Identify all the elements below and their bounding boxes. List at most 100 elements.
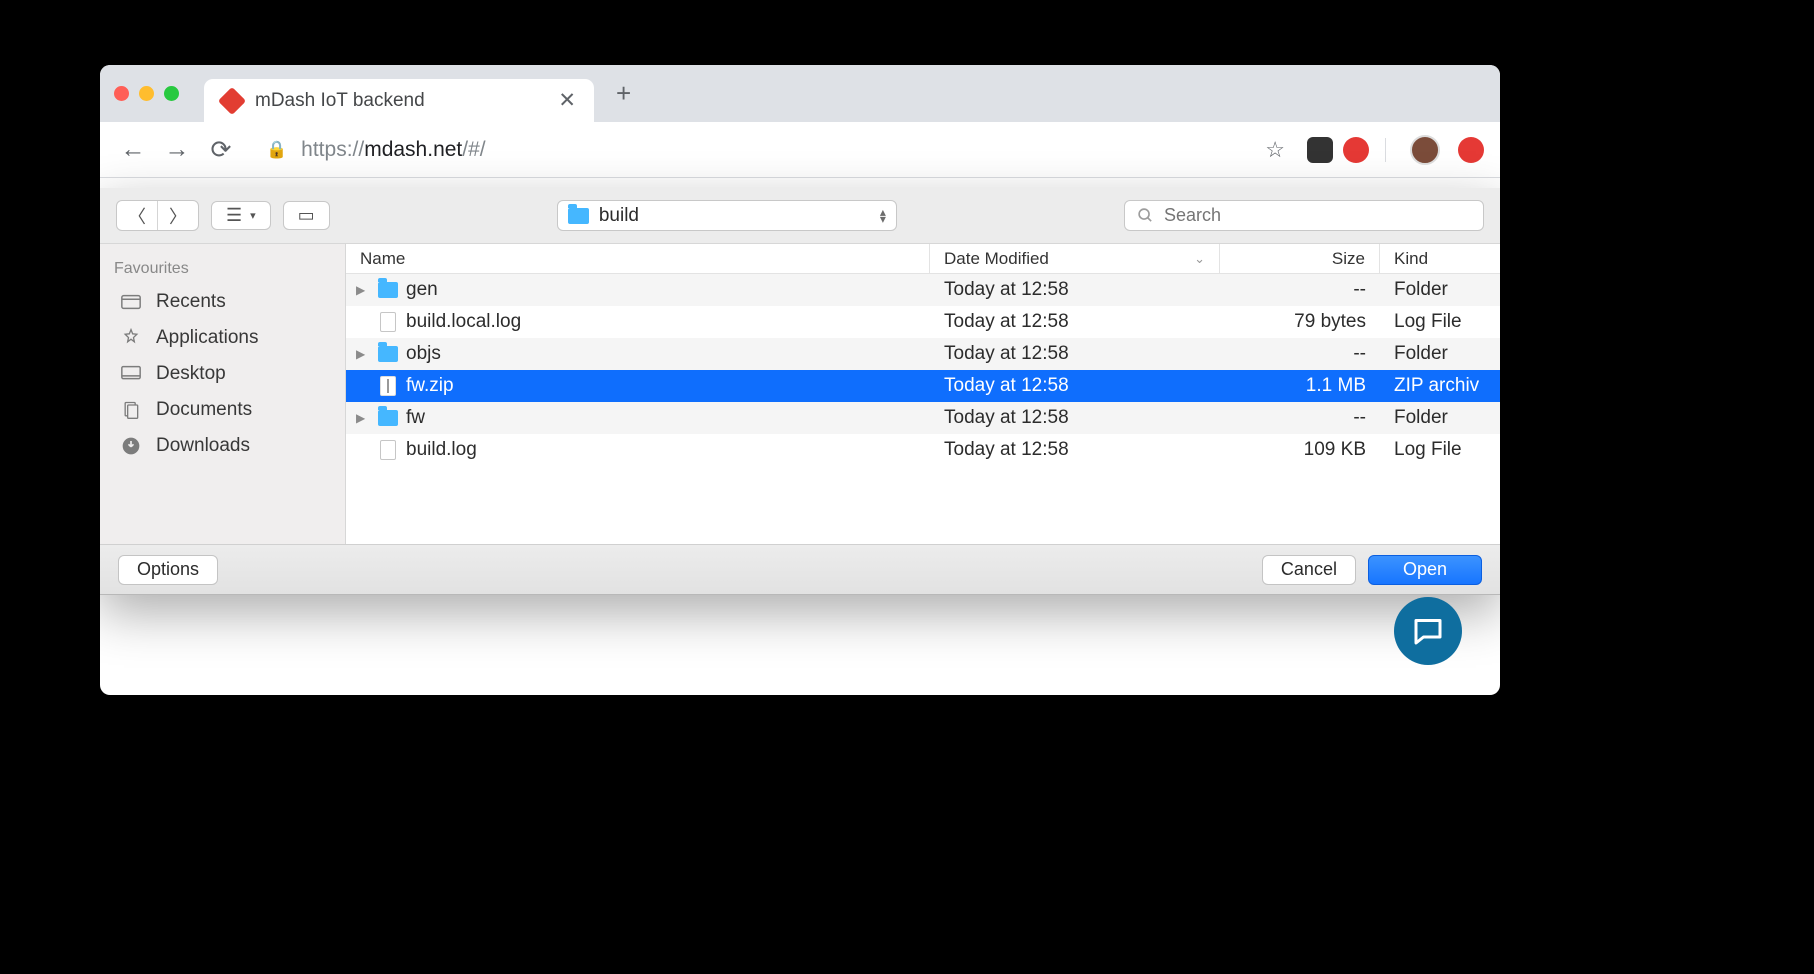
dialog-footer: Options Cancel Open: [100, 544, 1500, 594]
group-by-button[interactable]: ▭: [283, 201, 330, 230]
location-label: build: [599, 205, 870, 227]
file-size: --: [1220, 407, 1380, 429]
file-row[interactable]: ▶ fw Today at 12:58--Folder: [346, 402, 1500, 434]
bookmark-star-icon[interactable]: ☆: [1265, 137, 1285, 163]
disclosure-triangle-icon[interactable]: ▶: [356, 411, 370, 425]
view-mode-button[interactable]: ☰ ▾: [211, 201, 271, 230]
cancel-button[interactable]: Cancel: [1262, 555, 1356, 585]
file-row[interactable]: build.local.log Today at 12:5879 bytesLog…: [346, 306, 1500, 338]
document-icon: [380, 312, 396, 332]
dialog-body: Favourites RecentsApplicationsDesktopDoc…: [100, 243, 1500, 544]
nav-forward-button[interactable]: 〉: [158, 201, 198, 230]
sidebar-item-label: Recents: [156, 291, 226, 313]
folder-icon: [568, 208, 589, 224]
new-tab-button[interactable]: +: [594, 78, 631, 109]
location-dropdown[interactable]: build ▴▾: [557, 200, 897, 231]
chat-widget-button[interactable]: [1394, 597, 1462, 665]
close-tab-button[interactable]: ✕: [558, 88, 576, 113]
sidebar-item-documents[interactable]: Documents: [100, 392, 345, 428]
chevron-down-icon: ▾: [250, 209, 256, 222]
folder-icon: [378, 410, 398, 426]
extension-adblock-icon[interactable]: [1343, 137, 1369, 163]
column-headers: Name Date Modified ⌄ Size Kind: [346, 244, 1500, 274]
file-name: fw.zip: [406, 375, 454, 397]
recents-icon: [120, 292, 142, 312]
documents-icon: [120, 400, 142, 420]
sidebar-item-label: Applications: [156, 327, 258, 349]
updown-chevron-icon: ▴▾: [880, 209, 886, 223]
sidebar-item-label: Downloads: [156, 435, 250, 457]
sidebar-item-downloads[interactable]: Downloads: [100, 428, 345, 464]
desktop-icon: [120, 364, 142, 384]
file-row[interactable]: ▶objsToday at 12:58--Folder: [346, 338, 1500, 370]
forward-button[interactable]: →: [160, 133, 194, 167]
file-row[interactable]: ▶genToday at 12:58--Folder: [346, 274, 1500, 306]
minimize-window-button[interactable]: [139, 86, 154, 101]
chat-icon: [1410, 613, 1446, 649]
file-name: build.log: [406, 439, 477, 461]
options-button[interactable]: Options: [118, 555, 218, 585]
extension-pocket-icon[interactable]: [1307, 137, 1333, 163]
browser-window: mDash IoT backend ✕ + ← → ⟳ 🔒 https://md…: [100, 65, 1500, 695]
applications-icon: [120, 328, 142, 348]
browser-tab[interactable]: mDash IoT backend ✕: [204, 79, 594, 122]
file-kind: ZIP archiv: [1380, 375, 1500, 397]
file-name: objs: [406, 343, 441, 365]
file-kind: Folder: [1380, 343, 1500, 365]
open-button[interactable]: Open: [1368, 555, 1482, 585]
file-name: build.local.log: [406, 311, 521, 333]
file-row[interactable]: build.log Today at 12:58109 KBLog File: [346, 434, 1500, 466]
column-name-header[interactable]: Name: [346, 244, 930, 273]
document-icon: [380, 440, 396, 460]
zip-file-icon: [380, 376, 396, 396]
file-name: gen: [406, 279, 438, 301]
extension-update-icon[interactable]: [1458, 137, 1484, 163]
sidebar-item-label: Documents: [156, 399, 252, 421]
file-date: Today at 12:58: [930, 439, 1220, 461]
sidebar-item-recents[interactable]: Recents: [100, 284, 345, 320]
file-size: 1.1 MB: [1220, 375, 1380, 397]
file-date: Today at 12:58: [930, 375, 1220, 397]
dialog-toolbar: 〈 〉 ☰ ▾ ▭ build ▴▾: [100, 188, 1500, 243]
file-kind: Log File: [1380, 311, 1500, 333]
column-date-label: Date Modified: [944, 249, 1049, 269]
url-scheme: https://: [301, 138, 364, 161]
folder-outline-icon: ▭: [298, 205, 315, 226]
sidebar-item-applications[interactable]: Applications: [100, 320, 345, 356]
url-text: https://mdash.net/#/: [301, 138, 485, 162]
back-button[interactable]: ←: [116, 133, 150, 167]
url-path: /#/: [462, 138, 485, 161]
sidebar-item-desktop[interactable]: Desktop: [100, 356, 345, 392]
dialog-search[interactable]: [1124, 200, 1484, 231]
close-window-button[interactable]: [114, 86, 129, 101]
folder-icon: [378, 346, 398, 362]
file-kind: Log File: [1380, 439, 1500, 461]
tab-favicon-icon: [218, 86, 246, 114]
reload-button[interactable]: ⟳: [204, 133, 238, 167]
search-input[interactable]: [1164, 205, 1471, 226]
file-open-dialog: 〈 〉 ☰ ▾ ▭ build ▴▾: [100, 188, 1500, 595]
downloads-icon: [120, 436, 142, 456]
profile-avatar[interactable]: [1410, 135, 1440, 165]
column-size-header[interactable]: Size: [1220, 244, 1380, 273]
file-row[interactable]: fw.zip Today at 12:581.1 MBZIP archiv: [346, 370, 1500, 402]
nav-arrows-group: 〈 〉: [116, 200, 199, 231]
maximize-window-button[interactable]: [164, 86, 179, 101]
file-size: 79 bytes: [1220, 311, 1380, 333]
file-size: 109 KB: [1220, 439, 1380, 461]
address-bar[interactable]: 🔒 https://mdash.net/#/: [266, 138, 1255, 162]
column-kind-header[interactable]: Kind: [1380, 244, 1500, 273]
browser-titlebar: mDash IoT backend ✕ +: [100, 65, 1500, 122]
file-size: --: [1220, 279, 1380, 301]
nav-back-button[interactable]: 〈: [117, 201, 158, 230]
file-name: fw: [406, 407, 425, 429]
file-kind: Folder: [1380, 407, 1500, 429]
file-date: Today at 12:58: [930, 311, 1220, 333]
column-date-header[interactable]: Date Modified ⌄: [930, 244, 1220, 273]
window-controls: [114, 86, 204, 101]
file-date: Today at 12:58: [930, 407, 1220, 429]
url-host: mdash.net: [364, 138, 462, 161]
disclosure-triangle-icon[interactable]: ▶: [356, 347, 370, 361]
toolbar-divider: [1385, 138, 1386, 162]
disclosure-triangle-icon[interactable]: ▶: [356, 283, 370, 297]
